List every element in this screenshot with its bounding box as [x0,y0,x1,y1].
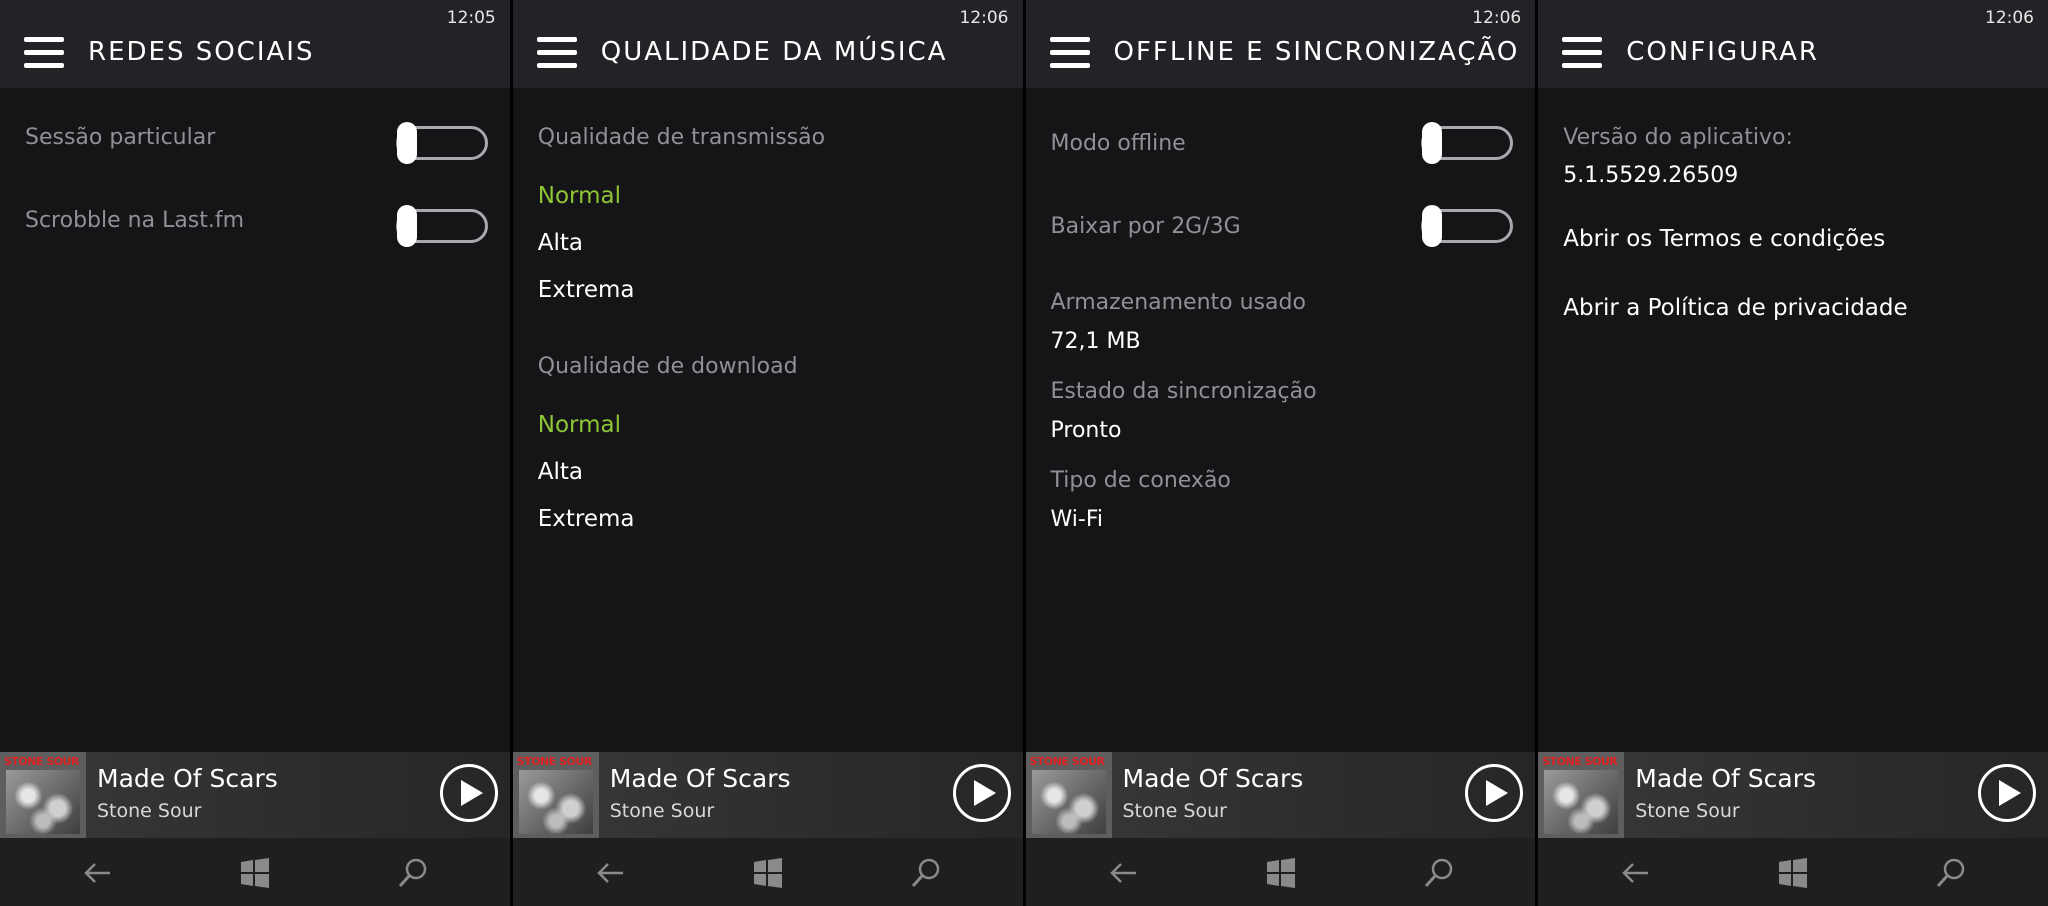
toggle-label-private-session: Sessão particular [25,125,216,150]
search-icon[interactable] [1422,856,1456,890]
page-title: CONFIGURAR [1626,37,1819,67]
play-button[interactable] [1465,764,1524,822]
screen-offline-sincronizacao: 12:06 OFFLINE E SINCRONIZAÇÃO Modo offli… [1025,0,1536,906]
connection-type-value: Wi-Fi [1050,507,1104,532]
windows-logo-icon[interactable] [1264,856,1298,890]
search-icon[interactable] [1934,856,1968,890]
screen-qualidade-musica: 12:06 QUALIDADE DA MÚSICA Qualidade de t… [512,0,1023,906]
download-option-extrema[interactable]: Extrema [538,506,635,532]
search-icon[interactable] [396,856,430,890]
system-nav-bar [1538,838,2048,906]
app-version-label: Versão do aplicativo: [1563,125,1793,150]
connection-type-label: Tipo de conexão [1050,468,1231,493]
album-art: STONE SOUR [512,752,599,838]
now-playing-bar[interactable]: STONE SOUR Made Of Scars Stone Sour [0,752,510,838]
album-art: STONE SOUR [0,752,86,838]
artist-name: Stone Sour [1122,800,1227,822]
header: 12:06 QUALIDADE DA MÚSICA [512,0,1023,88]
status-clock: 12:06 [1985,8,2034,28]
app-version-value: 5.1.5529.26509 [1563,163,1739,188]
terms-link[interactable]: Abrir os Termos e condições [1563,226,1885,252]
streaming-option-normal[interactable]: Normal [538,183,621,209]
hamburger-menu-icon[interactable] [1562,37,1603,69]
header: 12:06 OFFLINE E SINCRONIZAÇÃO [1025,0,1536,88]
screen-configurar: 12:06 CONFIGURAR Versão do aplicativo: 5… [1538,0,2048,906]
play-button[interactable] [1978,764,2036,822]
track-title: Made Of Scars [1122,764,1304,793]
windows-logo-icon[interactable] [238,856,272,890]
track-title: Made Of Scars [1635,764,1816,793]
play-button[interactable] [952,764,1011,822]
back-arrow-icon[interactable] [1106,856,1140,890]
play-button[interactable] [439,764,498,822]
track-title: Made Of Scars [97,764,278,793]
scrobble-toggle[interactable] [395,205,488,247]
offline-mode-toggle[interactable] [1421,122,1514,164]
now-playing-bar[interactable]: STONE SOUR Made Of Scars Stone Sour [512,752,1023,838]
header: 12:05 REDES SOCIAIS [0,0,510,88]
hamburger-menu-icon[interactable] [24,37,64,69]
header: 12:06 CONFIGURAR [1538,0,2048,88]
download-quality-label: Qualidade de download [537,354,798,379]
back-arrow-icon[interactable] [1618,856,1652,890]
now-playing-bar[interactable]: STONE SOUR Made Of Scars Stone Sour [1025,752,1536,838]
status-clock: 12:06 [1472,8,1522,28]
streaming-option-extrema[interactable]: Extrema [538,277,635,303]
sync-state-value: Pronto [1050,418,1122,443]
status-clock: 12:05 [446,8,496,28]
storage-used-value: 72,1 MB [1050,329,1141,354]
now-playing-bar[interactable]: STONE SOUR Made Of Scars Stone Sour [1538,752,2048,838]
album-art: STONE SOUR [1025,752,1112,838]
search-icon[interactable] [909,856,943,890]
play-icon [460,780,483,806]
download-option-alta[interactable]: Alta [538,459,583,485]
page-title: OFFLINE E SINCRONIZAÇÃO [1113,37,1520,67]
artist-name: Stone Sour [1635,800,1740,822]
download-option-normal[interactable]: Normal [538,412,621,438]
toggle-label-scrobble: Scrobble na Last.fm [25,208,245,233]
windows-logo-icon[interactable] [751,856,785,890]
hamburger-menu-icon[interactable] [536,37,577,69]
back-arrow-icon[interactable] [80,856,114,890]
streaming-option-alta[interactable]: Alta [538,230,583,256]
screen-redes-sociais: 12:05 REDES SOCIAIS Sessão particular Sc… [0,0,510,906]
download-2g3g-toggle[interactable] [1421,205,1514,247]
screenshot-strip: 12:05 REDES SOCIAIS Sessão particular Sc… [0,0,2048,906]
sync-state-label: Estado da sincronização [1050,379,1317,404]
play-icon [1999,780,2021,806]
privacy-policy-link[interactable]: Abrir a Política de privacidade [1563,295,1907,321]
windows-logo-icon[interactable] [1776,856,1810,890]
artist-name: Stone Sour [97,800,202,822]
system-nav-bar [512,838,1023,906]
toggle-label-download-2g3g: Baixar por 2G/3G [1050,214,1241,239]
play-icon [973,780,996,806]
artist-name: Stone Sour [609,800,715,822]
page-title: REDES SOCIAIS [88,37,315,67]
streaming-quality-label: Qualidade de transmissão [537,125,826,150]
album-art: STONE SOUR [1538,752,1625,838]
private-session-toggle[interactable] [395,122,488,164]
play-icon [1486,780,1509,806]
toggle-label-offline-mode: Modo offline [1050,131,1186,156]
hamburger-menu-icon[interactable] [1049,37,1090,69]
system-nav-bar [0,838,510,906]
back-arrow-icon[interactable] [593,856,627,890]
page-title: QUALIDADE DA MÚSICA [600,37,948,67]
storage-used-label: Armazenamento usado [1050,290,1306,315]
system-nav-bar [1025,838,1536,906]
track-title: Made Of Scars [609,764,791,793]
status-clock: 12:06 [959,8,1009,28]
